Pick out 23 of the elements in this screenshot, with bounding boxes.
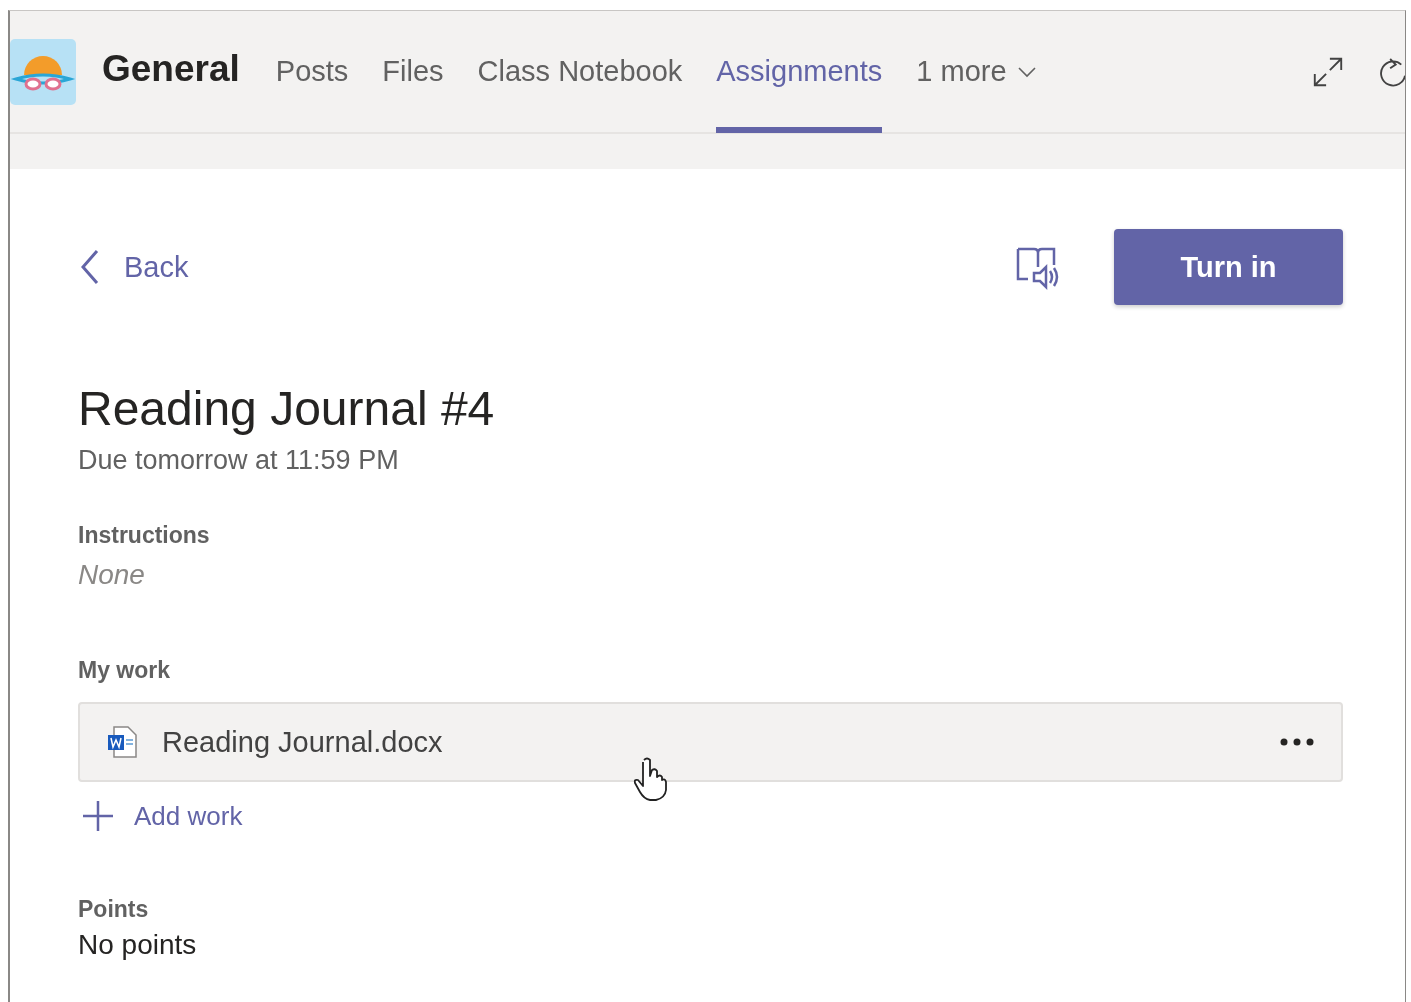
plus-icon — [82, 800, 114, 832]
channel-name: General — [102, 47, 240, 90]
team-avatar-icon — [10, 38, 76, 105]
back-button[interactable]: Back — [80, 249, 189, 285]
section-label: Instructions — [78, 522, 211, 549]
section-label: My work — [78, 657, 172, 684]
more-options-icon[interactable] — [1279, 737, 1315, 747]
section-label: Points — [78, 896, 150, 923]
due-date: Due tomorrow at 11:59 PM — [78, 445, 400, 476]
word-document-icon — [106, 725, 138, 759]
tab[interactable]: Posts — [275, 11, 349, 133]
assignment-title: Reading Journal #4 — [78, 381, 496, 437]
chevron-left-icon — [80, 249, 100, 285]
hand-cursor-icon — [632, 756, 668, 802]
file-name: Reading Journal.docx — [162, 725, 443, 759]
tab[interactable]: Files — [382, 11, 444, 133]
turn-in-button[interactable]: Turn in — [1114, 229, 1343, 305]
tab[interactable]: Class Notebook — [477, 11, 683, 133]
more-tabs-button[interactable]: 1 more — [916, 11, 1037, 133]
chevron-down-icon — [1016, 65, 1037, 78]
points-value: No points — [78, 929, 198, 961]
add-work-button[interactable]: Add work — [82, 800, 243, 832]
instructions-text: None — [78, 559, 146, 591]
